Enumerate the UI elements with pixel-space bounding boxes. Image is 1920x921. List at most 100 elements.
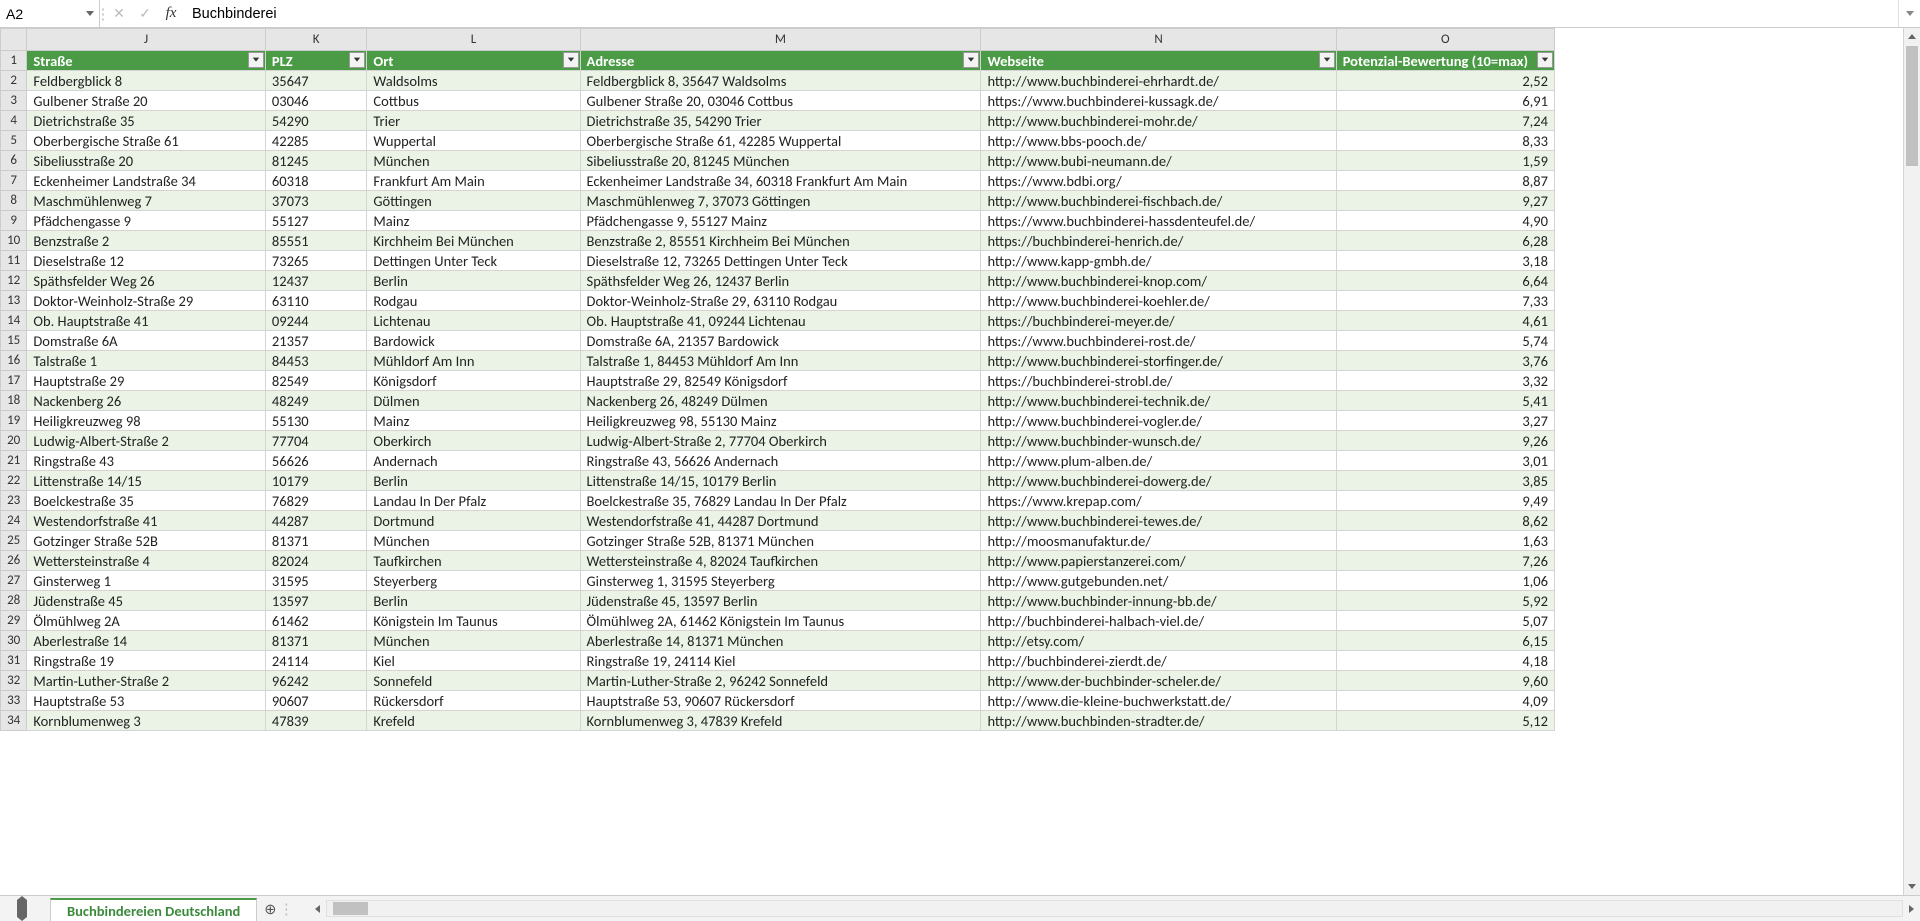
cell[interactable]: 2,52 bbox=[1336, 71, 1554, 91]
cell[interactable]: 21357 bbox=[265, 331, 367, 351]
cell[interactable]: Dietrichstraße 35, 54290 Trier bbox=[580, 111, 981, 131]
cell[interactable]: 90607 bbox=[265, 691, 367, 711]
cell[interactable]: Eckenheimer Landstraße 34, 60318 Frankfu… bbox=[580, 171, 981, 191]
cell[interactable]: 8,62 bbox=[1336, 511, 1554, 531]
cell[interactable]: Mühldorf Am Inn bbox=[367, 351, 580, 371]
cell[interactable]: 3,27 bbox=[1336, 411, 1554, 431]
cell[interactable]: Hauptstraße 29, 82549 Königsdorf bbox=[580, 371, 981, 391]
column-header[interactable]: O bbox=[1336, 29, 1554, 51]
vertical-scroll-thumb[interactable] bbox=[1906, 46, 1918, 166]
cell[interactable]: Königstein Im Taunus bbox=[367, 611, 580, 631]
cell[interactable]: München bbox=[367, 151, 580, 171]
cell[interactable]: 63110 bbox=[265, 291, 367, 311]
scroll-right-icon[interactable] bbox=[1903, 900, 1920, 917]
filter-dropdown-icon[interactable] bbox=[349, 52, 365, 68]
cell[interactable]: Krefeld bbox=[367, 711, 580, 731]
cell[interactable]: Sonnefeld bbox=[367, 671, 580, 691]
cell[interactable]: 81245 bbox=[265, 151, 367, 171]
cell[interactable]: 13597 bbox=[265, 591, 367, 611]
cell[interactable]: Andernach bbox=[367, 451, 580, 471]
cell[interactable]: 03046 bbox=[265, 91, 367, 111]
cell[interactable]: https://www.krepap.com/ bbox=[981, 491, 1336, 511]
table-header-cell[interactable]: Ort bbox=[367, 51, 580, 71]
row-header[interactable]: 5 bbox=[1, 131, 27, 151]
cell[interactable]: http://www.buchbinder-innung-bb.de/ bbox=[981, 591, 1336, 611]
cell[interactable]: 84453 bbox=[265, 351, 367, 371]
cell[interactable]: Maschmühlenweg 7, 37073 Göttingen bbox=[580, 191, 981, 211]
cell[interactable]: Jüdenstraße 45, 13597 Berlin bbox=[580, 591, 981, 611]
cell[interactable]: Berlin bbox=[367, 471, 580, 491]
row-header[interactable]: 14 bbox=[1, 311, 27, 331]
cell[interactable]: Lichtenau bbox=[367, 311, 580, 331]
cell[interactable]: Ginsterweg 1 bbox=[27, 571, 266, 591]
cell[interactable]: Benzstraße 2, 85551 Kirchheim Bei Münche… bbox=[580, 231, 981, 251]
cell[interactable]: Dieselstraße 12 bbox=[27, 251, 266, 271]
row-header[interactable]: 32 bbox=[1, 671, 27, 691]
cell[interactable]: 3,76 bbox=[1336, 351, 1554, 371]
cell[interactable]: 37073 bbox=[265, 191, 367, 211]
cell[interactable]: 7,24 bbox=[1336, 111, 1554, 131]
cell[interactable]: Königsdorf bbox=[367, 371, 580, 391]
cell[interactable]: 9,49 bbox=[1336, 491, 1554, 511]
cell[interactable]: Ölmühlweg 2A bbox=[27, 611, 266, 631]
row-header[interactable]: 27 bbox=[1, 571, 27, 591]
cell[interactable]: 6,15 bbox=[1336, 631, 1554, 651]
filter-dropdown-icon[interactable] bbox=[1537, 52, 1553, 68]
cell[interactable]: http://www.gutgebunden.net/ bbox=[981, 571, 1336, 591]
cell[interactable]: http://www.kapp-gmbh.de/ bbox=[981, 251, 1336, 271]
cell[interactable]: Dieselstraße 12, 73265 Dettingen Unter T… bbox=[580, 251, 981, 271]
cell[interactable]: 5,74 bbox=[1336, 331, 1554, 351]
cell[interactable]: Doktor-Weinholz-Straße 29, 63110 Rodgau bbox=[580, 291, 981, 311]
scroll-up-icon[interactable] bbox=[1904, 28, 1920, 45]
cell[interactable]: Gotzinger Straße 52B, 81371 München bbox=[580, 531, 981, 551]
cell[interactable]: http://www.buchbinderei-vogler.de/ bbox=[981, 411, 1336, 431]
name-box-input[interactable] bbox=[0, 6, 81, 22]
formula-expand-icon[interactable] bbox=[1898, 0, 1920, 27]
cell[interactable]: http://buchbinderei-halbach-viel.de/ bbox=[981, 611, 1336, 631]
cell[interactable]: Littenstraße 14/15 bbox=[27, 471, 266, 491]
cell[interactable]: Dortmund bbox=[367, 511, 580, 531]
cell[interactable]: Berlin bbox=[367, 271, 580, 291]
cell[interactable]: 6,91 bbox=[1336, 91, 1554, 111]
row-header[interactable]: 6 bbox=[1, 151, 27, 171]
cell[interactable]: Pfädchengasse 9, 55127 Mainz bbox=[580, 211, 981, 231]
cell[interactable]: 5,41 bbox=[1336, 391, 1554, 411]
row-header[interactable]: 23 bbox=[1, 491, 27, 511]
cell[interactable]: Wuppertal bbox=[367, 131, 580, 151]
column-header[interactable]: K bbox=[265, 29, 367, 51]
cell[interactable]: Bardowick bbox=[367, 331, 580, 351]
cell[interactable]: 4,90 bbox=[1336, 211, 1554, 231]
cell[interactable]: http://www.plum-alben.de/ bbox=[981, 451, 1336, 471]
cell[interactable]: http://www.buchbinder-wunsch.de/ bbox=[981, 431, 1336, 451]
vertical-scrollbar[interactable] bbox=[1903, 28, 1920, 895]
row-header[interactable]: 1 bbox=[1, 51, 27, 71]
cell[interactable]: 76829 bbox=[265, 491, 367, 511]
cell[interactable]: Späthsfelder Weg 26, 12437 Berlin bbox=[580, 271, 981, 291]
scroll-down-icon[interactable] bbox=[1904, 878, 1920, 895]
row-header[interactable]: 30 bbox=[1, 631, 27, 651]
cell[interactable]: http://www.buchbinderei-knop.com/ bbox=[981, 271, 1336, 291]
formula-input[interactable] bbox=[184, 0, 1898, 27]
horizontal-scrollbar[interactable] bbox=[309, 896, 1920, 921]
cell[interactable]: Kiel bbox=[367, 651, 580, 671]
cell[interactable]: Heiligkreuzweg 98 bbox=[27, 411, 266, 431]
cell[interactable]: Boelckestraße 35, 76829 Landau In Der Pf… bbox=[580, 491, 981, 511]
cell[interactable]: Eckenheimer Landstraße 34 bbox=[27, 171, 266, 191]
cell[interactable]: Oberbergische Straße 61, 42285 Wuppertal bbox=[580, 131, 981, 151]
cell[interactable]: 82024 bbox=[265, 551, 367, 571]
cell[interactable]: Domstraße 6A, 21357 Bardowick bbox=[580, 331, 981, 351]
cell[interactable]: Gotzinger Straße 52B bbox=[27, 531, 266, 551]
cell[interactable]: 5,07 bbox=[1336, 611, 1554, 631]
cell[interactable]: http://www.buchbinderei-storfinger.de/ bbox=[981, 351, 1336, 371]
cell[interactable]: Rückersdorf bbox=[367, 691, 580, 711]
row-header[interactable]: 7 bbox=[1, 171, 27, 191]
cell[interactable]: Oberkirch bbox=[367, 431, 580, 451]
cell[interactable]: 4,18 bbox=[1336, 651, 1554, 671]
cell[interactable]: Jüdenstraße 45 bbox=[27, 591, 266, 611]
row-header[interactable]: 21 bbox=[1, 451, 27, 471]
cell[interactable]: 96242 bbox=[265, 671, 367, 691]
cell[interactable]: http://www.buchbinderei-fischbach.de/ bbox=[981, 191, 1336, 211]
cell[interactable]: Trier bbox=[367, 111, 580, 131]
cell[interactable]: Gulbener Straße 20, 03046 Cottbus bbox=[580, 91, 981, 111]
cell[interactable]: 10179 bbox=[265, 471, 367, 491]
